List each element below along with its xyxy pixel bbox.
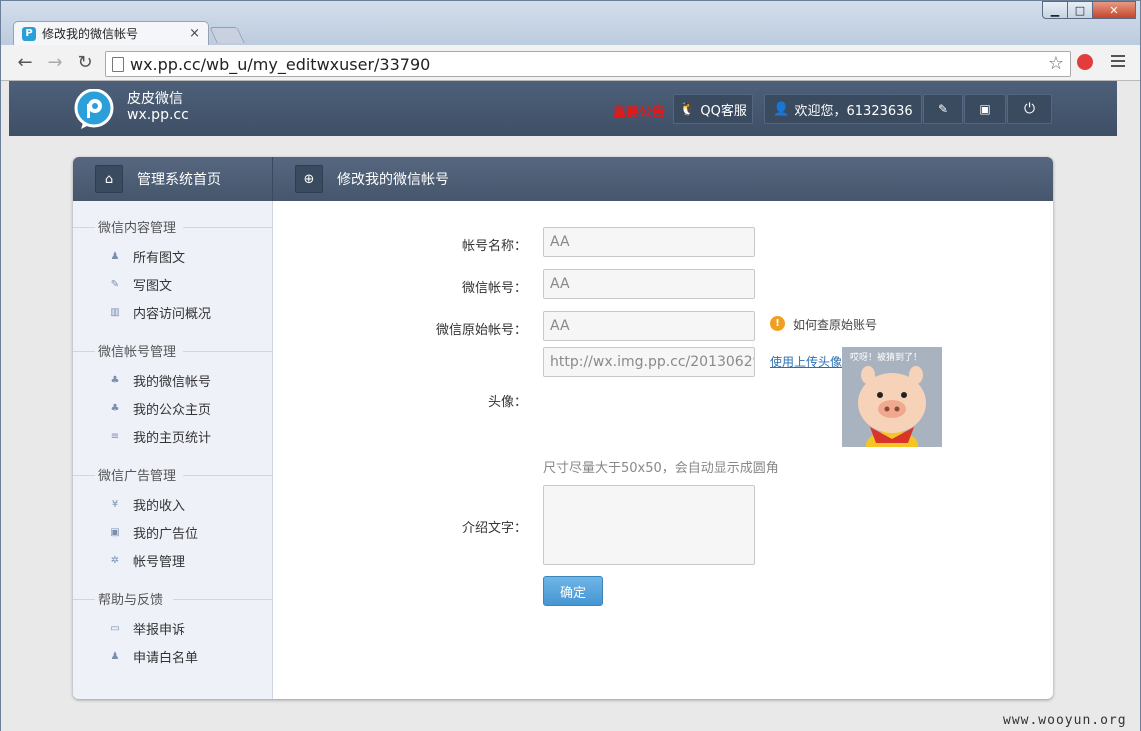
avatar-size-hint: 尺寸尽量大于50x50，会自动显示成圆角 [543,461,779,476]
page-icon [112,57,124,72]
avatar-caption: 哎呀！被猜到了！ [850,353,923,363]
sitemap-icon: ♣ [110,402,120,414]
original-id-label: 微信原始帐号： [435,323,527,338]
warning-icon: ! [770,316,785,331]
user-icon: 👤 [773,101,790,117]
home-nav[interactable]: ⌂ 管理系统首页 [73,157,273,201]
sidebar-item-write-article[interactable]: ✎ 写图文 [107,274,172,294]
extension-icon[interactable] [1077,54,1093,70]
window-controls: ▁ □ ✕ [1042,1,1136,19]
site-logo-icon [74,89,114,129]
main-panel: ⌂ 管理系统首页 ⊕ 修改我的微信帐号 微信内容管理 ♟ 所有图文 ✎ 写图文 ▥ 内… [73,157,1053,699]
avatar-label: 头像： [487,395,527,410]
sitemap-icon: ♣ [110,374,120,386]
user-welcome-button[interactable]: 👤 欢迎您，61323636 [764,94,922,124]
close-window-button[interactable]: ✕ [1092,1,1136,19]
edit-account-form: 帐号名称： AA 微信帐号： AA 微信原始帐号： AA ! 如何查原始账号 h… [273,201,1053,699]
brand-domain: wx.pp.cc [127,107,189,123]
site-header: 皮皮微信 wx.pp.cc 重要公告 🐧 QQ客服 👤 欢迎您，61323636… [9,81,1117,136]
forward-button[interactable]: → [45,53,65,73]
original-id-input[interactable]: AA [543,311,755,341]
edit-profile-button[interactable]: ✎ [923,94,963,124]
watermark-text: www.wooyun.org [1003,713,1127,728]
sidebar-item-page-stats[interactable]: ≡ 我的主页统计 [107,426,211,446]
site-favicon-icon: P [22,26,36,41]
bookmark-star-icon[interactable]: ☆ [1048,53,1064,74]
welcome-text: 欢迎您，61323636 [794,103,913,119]
page-viewport: 皮皮微信 wx.pp.cc 重要公告 🐧 QQ客服 👤 欢迎您，61323636… [1,81,1140,731]
circle-plus-icon: ⊕ [295,165,323,193]
maximize-button[interactable]: □ [1067,1,1093,19]
floppy-disk-icon: ▣ [979,102,991,116]
sidebar-section-title: 微信广告管理 [73,465,273,485]
brand-name-cn: 皮皮微信 [127,91,183,107]
sidebar-item-apply-whitelist[interactable]: ♟ 申请白名单 [107,646,199,666]
browser-window: P 修改我的微信帐号 × ▁ □ ✕ ← → ↻ wx.pp.cc/wb_u/m… [0,0,1141,731]
sidebar-item-my-wechat-account[interactable]: ♣ 我的微信帐号 [107,370,212,390]
original-id-help-link[interactable]: 如何查原始账号 [793,316,877,333]
back-button[interactable]: ← [15,53,35,73]
intro-label: 介绍文字： [461,521,527,536]
page-scroll-area [1117,81,1140,731]
list-icon: ≡ [110,430,120,442]
avatar-url-input[interactable]: http://wx.img.pp.cc/20130629, [543,347,755,377]
new-tab-button[interactable] [209,27,245,43]
bar-chart-icon: ▥ [110,306,120,318]
home-icon: ⌂ [95,165,123,193]
intro-textarea[interactable] [543,485,755,565]
account-name-input[interactable]: AA [543,227,755,257]
close-tab-icon[interactable]: × [189,26,200,41]
qq-service-label: QQ客服 [700,103,747,119]
browser-tab[interactable]: P 修改我的微信帐号 × [13,21,209,45]
person-icon: ♟ [110,650,120,662]
submit-button[interactable]: 确定 [543,576,603,606]
sidebar-item-account-management[interactable]: ✲ 帐号管理 [107,550,185,570]
wechat-id-label: 微信帐号： [461,281,527,296]
qq-service-button[interactable]: 🐧 QQ客服 [673,94,753,124]
important-notice-link[interactable]: 重要公告 [613,101,665,120]
qq-penguin-icon: 🐧 [679,101,696,117]
sidebar-item-my-public-page[interactable]: ♣ 我的公众主页 [107,398,212,418]
edit-doc-icon: ✎ [937,102,949,116]
sidebar-section-title: 微信内容管理 [73,217,273,237]
avatar-image: 哎呀！被猜到了！ [842,347,942,447]
page-header: ⊕ 修改我的微信帐号 [273,157,449,201]
browser-toolbar: ← → ↻ wx.pp.cc/wb_u/my_editwxuser/33790 … [1,45,1140,81]
home-label: 管理系统首页 [137,172,221,188]
address-bar[interactable]: wx.pp.cc/wb_u/my_editwxuser/33790 ☆ [105,51,1071,77]
sidebar-section-title: 帮助与反馈 [73,589,273,609]
panel-header: ⌂ 管理系统首页 ⊕ 修改我的微信帐号 [73,157,1053,201]
save-button[interactable]: ▣ [964,94,1006,124]
account-name-label: 帐号名称： [461,239,527,254]
reload-button[interactable]: ↻ [75,53,95,73]
tab-title: 修改我的微信帐号 [42,27,139,41]
sidebar-item-my-income[interactable]: ¥ 我的收入 [107,494,185,514]
logout-button[interactable]: ⏻ [1007,94,1052,124]
address-url: wx.pp.cc/wb_u/my_editwxuser/33790 [130,54,431,74]
sidebar-item-content-stats[interactable]: ▥ 内容访问概况 [107,302,211,322]
sidebar-section-title: 微信帐号管理 [73,341,273,361]
sidebar-item-my-ad-slots[interactable]: ▣ 我的广告位 [107,522,198,542]
title-bar: P 修改我的微信帐号 × ▁ □ ✕ [1,1,1140,45]
sidebar: 微信内容管理 ♟ 所有图文 ✎ 写图文 ▥ 内容访问概况 微信帐号管理 ♣ 我的微信帐号… [73,201,273,699]
sidebar-item-report-appeal[interactable]: ▭ 举报申诉 [107,618,185,638]
page-title: 修改我的微信帐号 [337,172,449,188]
ad-slot-icon: ▣ [110,526,120,538]
brand-name: 皮皮微信 wx.pp.cc [127,91,189,123]
pencil-icon: ✎ [110,278,120,290]
gear-icon: ✲ [110,554,120,566]
person-icon: ♟ [110,250,120,262]
upload-avatar-link[interactable]: 使用上传头像 [770,353,842,370]
browser-menu-icon[interactable] [1111,55,1125,69]
wechat-id-input[interactable]: AA [543,269,755,299]
sidebar-item-all-articles[interactable]: ♟ 所有图文 [107,246,186,266]
comment-icon: ▭ [110,622,120,634]
minimize-button[interactable]: ▁ [1042,1,1068,19]
power-icon: ⏻ [1023,101,1036,117]
yen-icon: ¥ [111,498,119,510]
